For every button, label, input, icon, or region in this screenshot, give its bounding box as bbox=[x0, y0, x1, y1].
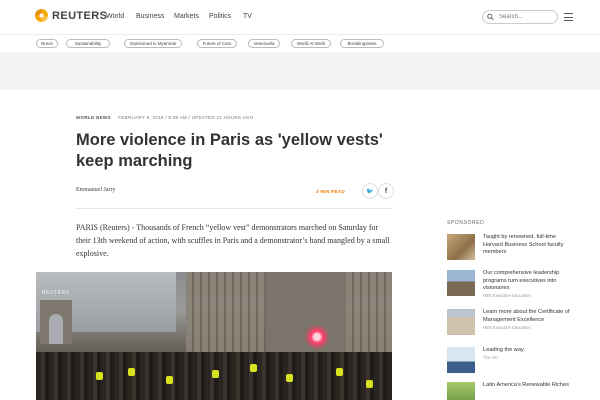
sponsored-thumbnail bbox=[447, 347, 475, 373]
sponsored-source: HBS Executive Education bbox=[483, 293, 531, 298]
tag-sustainability[interactable]: Sustainability bbox=[66, 39, 110, 48]
sponsored-item[interactable]: Learn more about the Certificate of Mana… bbox=[447, 309, 577, 341]
divider bbox=[76, 208, 392, 209]
sponsored-thumbnail bbox=[447, 309, 475, 335]
sponsored-item[interactable]: Our comprehensive leadership programs tu… bbox=[447, 270, 577, 302]
sponsored-item[interactable]: Taught by renowned, full-time Harvard Bu… bbox=[447, 234, 577, 266]
sponsored-title: Leading the way bbox=[483, 347, 524, 353]
article-lede: PARIS (Reuters) - Thousands of French “y… bbox=[76, 223, 390, 258]
hamburger-menu-icon[interactable] bbox=[564, 13, 573, 21]
read-time: 3 MIN READ bbox=[316, 189, 346, 194]
nav-item-markets[interactable]: Markets bbox=[174, 13, 199, 20]
brand-name: REUTERS bbox=[52, 9, 108, 22]
sponsored-thumbnail bbox=[447, 270, 475, 296]
sponsored-title: Taught by renowned, full-time Harvard Bu… bbox=[483, 234, 564, 255]
tag-venezuela[interactable]: Venezuela bbox=[248, 39, 280, 48]
tag-future-of-cars[interactable]: Future of Cars bbox=[197, 39, 237, 48]
ad-banner-area bbox=[0, 52, 600, 90]
sponsored-title: Latin America's Renewable Riches bbox=[483, 382, 569, 388]
search-icon bbox=[487, 13, 494, 21]
nav-item-politics[interactable]: Politics bbox=[209, 13, 231, 20]
nav-item-tv[interactable]: TV bbox=[243, 13, 252, 20]
facebook-share-button[interactable]: f bbox=[378, 183, 394, 199]
reuters-logo[interactable]: REUTERS bbox=[35, 9, 107, 22]
sponsored-item[interactable]: Latin America's Renewable Riches bbox=[447, 382, 577, 400]
tag-breakingviews[interactable]: Breakingviews bbox=[340, 39, 384, 48]
flare bbox=[304, 324, 330, 350]
nav-item-world[interactable]: World bbox=[106, 13, 124, 20]
twitter-icon: 🐦 bbox=[366, 188, 374, 195]
tag-brexit[interactable]: Brexit bbox=[36, 39, 58, 48]
video-watermark: REUTERS bbox=[42, 290, 70, 296]
article-title: More violence in Paris as 'yellow vests'… bbox=[76, 131, 383, 170]
sponsored-source: The AIC bbox=[483, 355, 499, 360]
sponsored-source: HBS Executive Education bbox=[483, 325, 531, 330]
search-box[interactable] bbox=[482, 10, 558, 24]
sponsored-heading: SPONSORED bbox=[447, 220, 485, 226]
sponsored-item[interactable]: Leading the way The AIC bbox=[447, 347, 577, 379]
article-section[interactable]: WORLD NEWS bbox=[76, 115, 111, 120]
nav-item-business[interactable]: Business bbox=[136, 13, 164, 20]
twitter-share-button[interactable]: 🐦 bbox=[362, 183, 378, 199]
tag-imprisoned-in-myanmar[interactable]: Imprisoned in Myanmar bbox=[124, 39, 182, 48]
tag-world-at-work[interactable]: World At Work bbox=[291, 39, 331, 48]
search-input[interactable] bbox=[499, 14, 557, 20]
trending-tags: Brexit Sustainability Imprisoned in Myan… bbox=[0, 34, 600, 52]
sponsored-title: Learn more about the Certificate of Mana… bbox=[483, 309, 570, 323]
reuters-logo-icon bbox=[35, 9, 48, 22]
facebook-icon: f bbox=[384, 187, 388, 195]
article-video[interactable]: REUTERS bbox=[36, 272, 392, 400]
article-author[interactable]: Emmanuel Jarry bbox=[76, 187, 116, 193]
sponsored-title: Our comprehensive leadership programs tu… bbox=[483, 270, 560, 291]
site-header: REUTERS World Business Markets Politics … bbox=[0, 0, 600, 34]
article-timestamp: FEBRUARY 9, 2019 / 8:38 AM / UPDATED 21 … bbox=[118, 115, 254, 120]
article-meta: WORLD NEWS FEBRUARY 9, 2019 / 8:38 AM / … bbox=[76, 115, 254, 120]
sponsored-thumbnail bbox=[447, 234, 475, 260]
arc-de-triomphe bbox=[40, 300, 72, 344]
sponsored-thumbnail bbox=[447, 382, 475, 400]
